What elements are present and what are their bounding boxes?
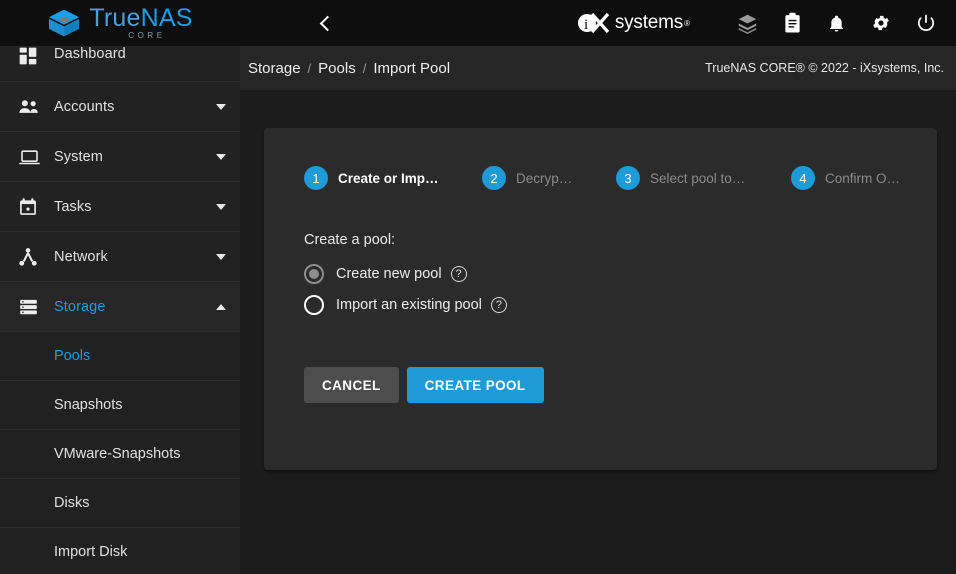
gear-icon[interactable] <box>871 13 891 33</box>
sidebar-item-system[interactable]: System <box>0 132 240 182</box>
step-number: 4 <box>791 166 815 190</box>
sidebar-item-network[interactable]: Network <box>0 232 240 282</box>
ixsystems-logo: i systems ® <box>577 10 690 36</box>
sidebar-item-label: Storage <box>54 298 106 315</box>
ixsystems-trademark: ® <box>684 18 690 28</box>
sidebar-item-label: System <box>54 148 103 165</box>
wizard-step-1[interactable]: 1 Create or Imp… <box>304 166 482 190</box>
sidebar-item-accounts[interactable]: Accounts <box>0 82 240 132</box>
radio-button[interactable] <box>304 295 324 315</box>
sidebar-item-tasks[interactable]: Tasks <box>0 182 240 232</box>
sidebar-subitem-label: Snapshots <box>54 397 123 413</box>
step-label: Decryp… <box>516 170 573 186</box>
tasks-calendar-icon <box>14 197 54 217</box>
topbar-actions: i systems ® <box>577 10 956 36</box>
top-bar: TrueNAS CORE i systems ® <box>0 0 956 46</box>
radio-button[interactable] <box>304 264 324 284</box>
sidebar-subitem-pools[interactable]: Pools <box>0 332 240 381</box>
breadcrumb-item-storage[interactable]: Storage <box>248 60 301 77</box>
breadcrumb-bar: Storage / Pools / Import Pool TrueNAS CO… <box>240 46 956 90</box>
clipboard-icon[interactable] <box>783 12 802 34</box>
network-share-icon <box>14 247 54 267</box>
chevron-down-icon[interactable] <box>216 153 226 160</box>
wizard-step-4[interactable]: 4 Confirm O… <box>791 166 900 190</box>
truenas-cube-logo-icon <box>47 8 81 38</box>
brand-name-true: True <box>89 4 141 32</box>
power-icon[interactable] <box>916 13 936 33</box>
brand-name-nas: NAS <box>140 4 193 32</box>
sidebar-subitem-vmware-snapshots[interactable]: VMware-Snapshots <box>0 430 240 479</box>
step-label: Select pool to… <box>650 170 746 186</box>
sidebar-subitem-import-disk[interactable]: Import Disk <box>0 528 240 574</box>
sidebar-subitem-label: Pools <box>54 348 91 364</box>
breadcrumb-item-import-pool: Import Pool <box>373 59 451 77</box>
sidebar-subitem-disks[interactable]: Disks <box>0 479 240 528</box>
step-label: Confirm O… <box>825 170 901 186</box>
radio-option-import-existing-pool[interactable]: Import an existing pool ? <box>304 295 937 315</box>
sidebar-item-label: Network <box>54 248 108 265</box>
svg-text:i: i <box>584 17 588 33</box>
breadcrumb-separator: / <box>362 60 367 76</box>
create-pool-button[interactable]: CREATE POOL <box>406 367 544 403</box>
sidebar-item-label: Accounts <box>54 98 115 115</box>
sidebar-item-dashboard[interactable]: Dashboard <box>0 46 240 82</box>
sidebar-subitem-snapshots[interactable]: Snapshots <box>0 381 240 430</box>
cancel-button[interactable]: CANCEL <box>304 367 399 403</box>
create-pool-section-label: Create a pool: <box>304 232 396 248</box>
main-content: Storage / Pools / Import Pool TrueNAS CO… <box>240 46 956 574</box>
step-label: Create or Imp… <box>338 170 439 186</box>
storage-server-icon <box>14 297 54 317</box>
brand-wordmark: TrueNAS CORE <box>89 6 192 40</box>
help-circle-icon[interactable]: ? <box>490 297 507 313</box>
bell-icon[interactable] <box>827 13 846 34</box>
import-pool-wizard-card: 1 Create or Imp… 2 Decryp… 3 Select pool… <box>264 128 937 470</box>
wizard-actions: CANCEL CREATE POOL <box>304 367 937 403</box>
brand-edition: CORE <box>128 31 166 40</box>
step-number: 1 <box>304 166 328 190</box>
sidebar-subitem-label: VMware-Snapshots <box>54 446 181 462</box>
chevron-down-icon[interactable] <box>216 253 226 260</box>
radio-label: Create new pool <box>336 266 442 282</box>
wizard-stepper: 1 Create or Imp… 2 Decryp… 3 Select pool… <box>264 128 937 190</box>
radio-option-create-new-pool[interactable]: Create new pool ? <box>304 264 937 284</box>
hamburger-menu-icon[interactable] <box>274 18 296 29</box>
dashboard-grid-icon <box>14 46 54 66</box>
brand-logo[interactable]: TrueNAS CORE <box>0 0 240 46</box>
step-number: 2 <box>482 166 506 190</box>
chevron-down-icon[interactable] <box>216 103 226 110</box>
radio-label: Import an existing pool <box>336 297 482 313</box>
sidebar-subitem-label: Import Disk <box>54 544 128 560</box>
step-number: 3 <box>616 166 640 190</box>
sidebar-item-storage[interactable]: Storage <box>0 282 240 332</box>
help-circle-icon[interactable]: ? <box>450 266 467 282</box>
sidebar-subitem-label: Disks <box>54 495 90 511</box>
sidebar-item-label: Tasks <box>54 198 92 215</box>
chevron-down-icon[interactable] <box>216 203 226 210</box>
sidebar-item-label: Dashboard <box>54 46 126 62</box>
breadcrumb-item-pools[interactable]: Pools <box>318 60 356 77</box>
system-laptop-icon <box>14 147 54 167</box>
breadcrumb: Storage / Pools / Import Pool <box>248 60 450 77</box>
sidebar-nav: Dashboard Accounts System Tasks Network … <box>0 46 240 574</box>
ixsystems-wordmark: systems <box>614 12 684 33</box>
breadcrumb-separator: / <box>307 60 312 76</box>
accounts-people-icon <box>14 97 54 117</box>
wizard-step-2[interactable]: 2 Decryp… <box>482 166 616 190</box>
jobs-layers-icon[interactable] <box>737 13 758 34</box>
chevron-up-icon[interactable] <box>216 303 226 310</box>
copyright-text: TrueNAS CORE® © 2022 - iXsystems, Inc. <box>705 61 944 75</box>
chevron-left-icon[interactable] <box>318 15 336 31</box>
wizard-step-3[interactable]: 3 Select pool to… <box>616 166 791 190</box>
